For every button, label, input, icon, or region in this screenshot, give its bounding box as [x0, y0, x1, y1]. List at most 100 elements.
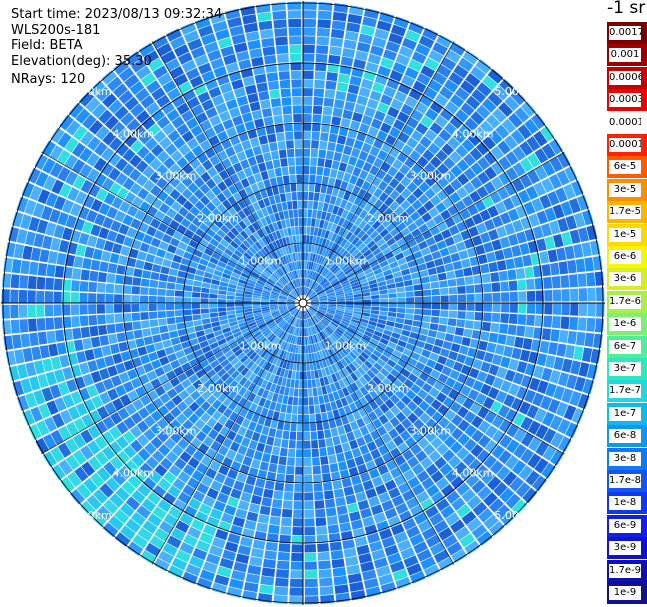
ray-bin: [268, 524, 280, 534]
ray-bin: [245, 573, 260, 584]
ray-bin: [266, 72, 279, 82]
ray-bin: [105, 304, 114, 314]
ray-bin: [312, 105, 323, 115]
ray-bin: [524, 266, 534, 279]
ray-bin: [396, 286, 405, 293]
ray-bin: [387, 316, 396, 322]
ray-bin: [303, 362, 307, 371]
ray-bin: [106, 273, 116, 284]
ray-bin: [291, 88, 302, 97]
ray-bin: [253, 486, 264, 497]
ray-bin: [258, 20, 273, 31]
ray-bin: [303, 10, 317, 19]
ray-bin: [271, 185, 280, 196]
ray-bin: [543, 276, 553, 289]
ray-bin: [331, 116, 342, 126]
ray-bin: [88, 293, 97, 303]
ray-bin: [331, 558, 345, 569]
ray-bin: [97, 324, 108, 336]
range-label: 3.00km: [155, 170, 197, 183]
ray-bin: [519, 242, 530, 256]
colorbar-cell: 1.7e-6: [607, 290, 647, 313]
ray-bin: [294, 483, 303, 492]
ray-bin: [281, 517, 292, 527]
ray-bin: [116, 332, 127, 343]
ray-bin: [346, 458, 357, 469]
ray-bin: [346, 22, 361, 33]
ray-bin: [458, 345, 469, 356]
ray-bin: [284, 387, 290, 396]
ray-bin: [343, 486, 355, 497]
colorbar-cell: 1.7e-9: [607, 559, 647, 582]
ray-bin: [423, 296, 432, 303]
ray-bin: [413, 314, 423, 321]
ray-bin: [109, 343, 120, 355]
ray-bin: [335, 496, 346, 507]
ray-bin: [105, 314, 115, 324]
ray-bin: [297, 353, 301, 363]
ray-bin: [511, 245, 522, 257]
ray-bin: [36, 290, 45, 303]
ray-bin: [413, 284, 423, 291]
ray-bin: [270, 454, 279, 465]
ray-bin: [292, 200, 298, 210]
ray-bin: [494, 344, 505, 356]
ray-bin: [343, 39, 357, 50]
ray-bin: [289, 44, 302, 54]
ray-bin: [420, 276, 430, 284]
ray-bin: [341, 477, 352, 488]
ray-bin: [313, 97, 324, 106]
ray-bin: [541, 328, 552, 341]
ray-bin: [82, 338, 93, 350]
ray-bin: [412, 320, 422, 328]
ray-bin: [137, 250, 148, 261]
ray-bin: [88, 304, 97, 315]
ray-bin: [519, 349, 531, 362]
range-label: 4.00km: [113, 467, 155, 480]
ray-bin: [522, 338, 533, 350]
ray-bin: [315, 53, 328, 63]
ray-bin: [166, 310, 175, 318]
ray-bin: [114, 304, 123, 313]
ray-bin: [427, 267, 437, 276]
ray-bin: [439, 317, 448, 325]
ray-bin: [334, 444, 343, 454]
ray-bin: [20, 333, 31, 348]
ray-bin: [147, 245, 158, 256]
ray-bin: [336, 300, 345, 303]
ray-bin: [135, 338, 145, 348]
ray-bin: [508, 280, 518, 291]
ray-bin: [255, 478, 266, 488]
ray-bin: [280, 403, 287, 413]
ray-bin: [463, 267, 473, 277]
colorbar-tick-label: 0.001: [609, 48, 641, 63]
ray-bin: [290, 70, 302, 80]
ray-bin: [294, 217, 299, 227]
ray-bin: [328, 419, 337, 429]
ray-bin: [483, 312, 492, 322]
ray-bin: [429, 274, 439, 283]
ray-bin: [244, 519, 257, 531]
ray-bin: [226, 307, 235, 312]
ray-bin: [379, 307, 389, 312]
ray-bin: [140, 286, 149, 295]
colorbar-cell: 6e-6: [607, 246, 647, 268]
ray-bin: [279, 447, 288, 457]
ray-bin: [304, 561, 317, 570]
ray-bin: [284, 122, 293, 132]
ray-bin: [114, 284, 123, 294]
ray-bin: [283, 491, 294, 501]
ray-bin: [341, 442, 351, 452]
ray-bin: [293, 492, 303, 501]
ray-bin: [297, 191, 303, 201]
ray-bin: [436, 331, 446, 340]
ray-bin: [551, 276, 561, 289]
ray-bin: [304, 544, 317, 553]
ray-bin: [183, 285, 193, 292]
ray-bin: [256, 442, 266, 453]
ray-bin: [148, 303, 157, 312]
ray-bin: [544, 289, 553, 302]
ray-bin: [289, 36, 302, 45]
ray-bin: [247, 564, 262, 576]
ray-bin: [440, 303, 449, 310]
